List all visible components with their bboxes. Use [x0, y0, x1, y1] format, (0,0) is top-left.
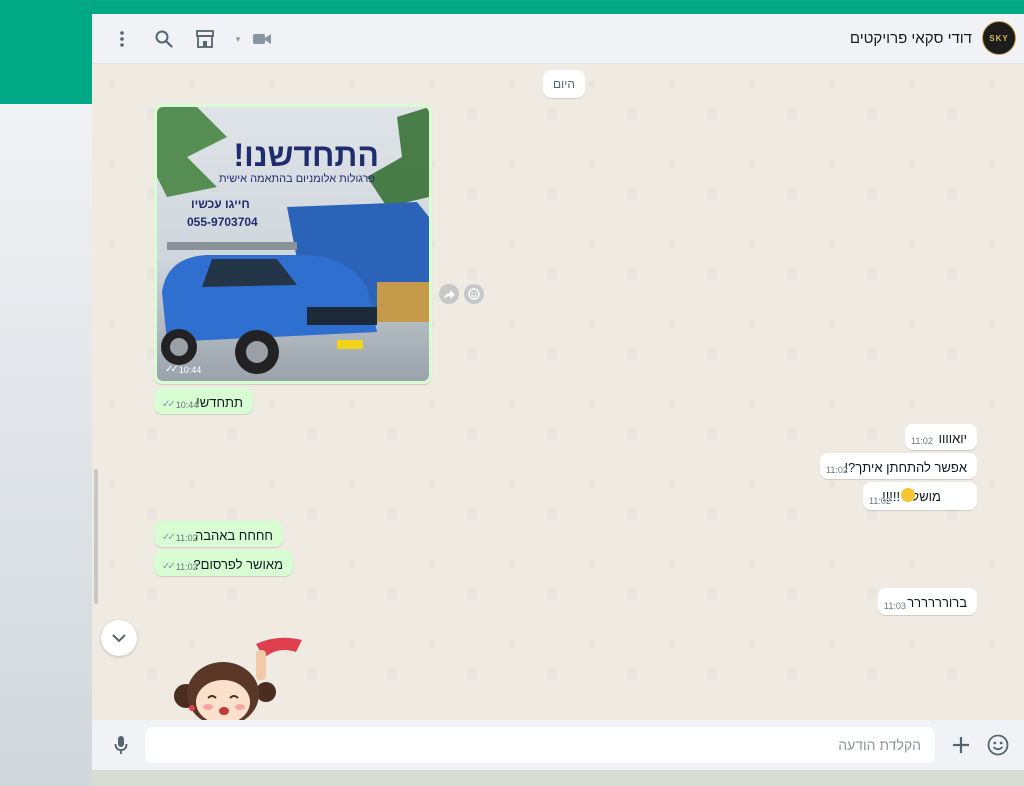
message-bubble[interactable]: יואוווו 11:02	[905, 424, 977, 450]
chevron-down-icon[interactable]: ▾	[232, 28, 244, 50]
message-bubble[interactable]: תתחדש! ✓✓ 10:44	[154, 388, 253, 414]
date-separator: היום	[543, 70, 585, 98]
store-icon[interactable]	[194, 28, 216, 50]
double-check-icon: ✓✓	[162, 561, 176, 572]
message-bubble[interactable]: מאושר לפרסום? ✓✓ 11:02	[154, 550, 293, 576]
message-time: 11:02	[826, 465, 848, 475]
message-time: 11:02	[175, 532, 198, 543]
promo-image[interactable]: התחדשנו! פרגולות אלומניום בהתאמה אישית ח…	[157, 107, 429, 381]
message-time: 11:03	[884, 601, 906, 611]
message-time: 11:02	[911, 436, 933, 446]
message-time: 10:44	[178, 364, 202, 375]
promo-headline: התחדשנו!	[233, 137, 380, 173]
message-time: 11:02	[869, 496, 891, 506]
avatar-logo: SKY	[989, 33, 1009, 43]
double-check-icon: ✓✓	[162, 399, 176, 410]
forward-icon	[443, 289, 455, 299]
promo-phone: 055-9703704	[187, 215, 258, 229]
left-pane	[0, 104, 92, 786]
message-text: חחחח באהבה	[194, 528, 273, 543]
scroll-to-bottom-button[interactable]	[101, 620, 137, 656]
message-text: ברורררררר	[907, 595, 967, 610]
message-text: תתחדש!	[196, 395, 243, 410]
video-call-icon[interactable]	[251, 28, 273, 50]
message-bubble[interactable]: ברורררררר 11:03	[878, 588, 977, 615]
message-meta: ✓✓ 11:02	[162, 532, 198, 543]
smiley-icon	[468, 288, 480, 300]
message-meta: ✓✓ 10:44	[162, 399, 198, 410]
search-icon[interactable]	[153, 28, 175, 50]
promo-subline: פרגולות אלומניום בהתאמה אישית	[218, 173, 375, 185]
emoji-picker-icon[interactable]	[986, 733, 1010, 757]
message-input[interactable]	[145, 727, 935, 763]
contact-name[interactable]: דודי סקאי פרויקטים	[850, 30, 972, 47]
menu-icon[interactable]	[111, 28, 133, 50]
scrollbar[interactable]	[94, 469, 98, 604]
message-text: מאושר לפרסום?	[193, 557, 283, 572]
emoji-icon	[901, 488, 915, 502]
react-button[interactable]	[464, 284, 484, 304]
chat-header: ▾ דודי סקאי פרויקטים SKY	[92, 14, 1024, 64]
sticker[interactable]	[168, 634, 308, 720]
mic-icon[interactable]	[109, 733, 133, 757]
composer	[92, 720, 1024, 770]
message-bubble[interactable]: אפשר להתחתן איתך?! 11:02	[820, 453, 977, 479]
message-meta: ✓✓ 11:02	[162, 561, 198, 572]
message-time: 11:02	[175, 561, 198, 572]
message-bubble[interactable]: חחחח באהבה ✓✓ 11:02	[154, 521, 283, 547]
double-check-icon: ✓✓	[162, 532, 176, 543]
avatar[interactable]: SKY	[982, 21, 1016, 55]
plus-icon[interactable]	[949, 733, 973, 757]
chat-window: ▾ דודי סקאי פרויקטים SKY היום התחדשנו! פ…	[92, 14, 1024, 770]
message-time: 10:44	[175, 399, 199, 410]
message-text: אפשר להתחתן איתך?!	[844, 460, 967, 475]
message-bubble[interactable]: מושלם !!!!! 11:02	[863, 482, 977, 510]
promo-cta: חייגו עכשיו	[191, 197, 250, 211]
double-check-icon: ✓✓	[165, 364, 179, 375]
forward-button[interactable]	[439, 284, 459, 304]
message-list[interactable]: היום התחדשנו! פרגולות אלומניום בהתאמה אי…	[92, 64, 1024, 720]
message-text: יואוווו	[938, 431, 967, 446]
image-message[interactable]: התחדשנו! פרגולות אלומניום בהתאמה אישית ח…	[154, 104, 432, 384]
chevron-down-icon	[112, 633, 126, 642]
message-meta: ✓✓ 10:44	[165, 364, 201, 375]
